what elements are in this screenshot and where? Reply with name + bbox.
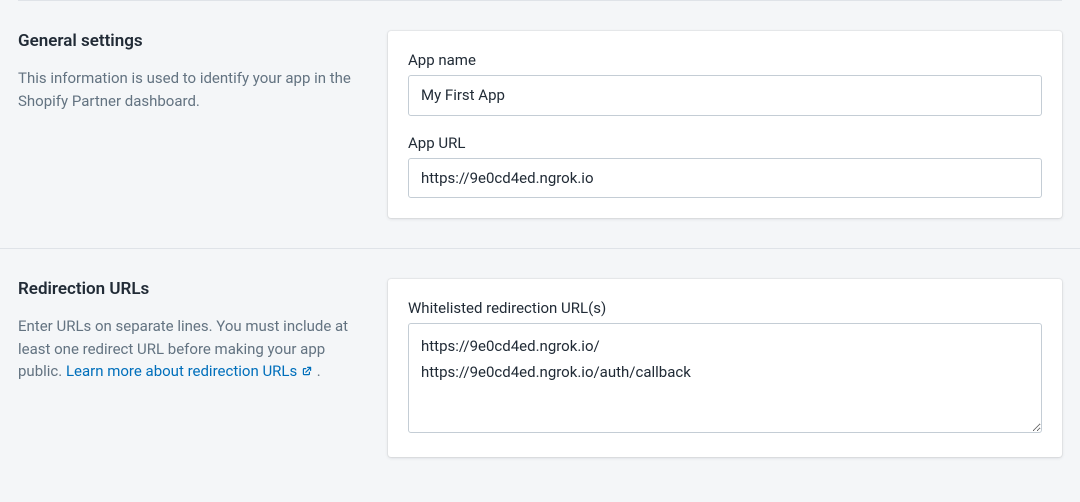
app-name-label: App name: [408, 51, 1042, 69]
redirection-urls-description: Enter URLs on separate lines. You must i…: [18, 315, 364, 384]
app-url-input[interactable]: [408, 158, 1042, 199]
general-settings-section: General settings This information is use…: [0, 1, 1080, 248]
whitelist-textarea[interactable]: [408, 323, 1042, 433]
whitelist-label: Whitelisted redirection URL(s): [408, 299, 1042, 317]
redirection-urls-heading: Redirection URLs: [18, 279, 364, 299]
redirection-urls-sidebar: Redirection URLs Enter URLs on separate …: [18, 279, 364, 457]
app-url-label: App URL: [408, 134, 1042, 152]
redirection-description-suffix: .: [313, 362, 321, 380]
general-settings-card: App name App URL: [388, 31, 1062, 218]
redirection-urls-section: Redirection URLs Enter URLs on separate …: [0, 248, 1080, 487]
general-settings-sidebar: General settings This information is use…: [18, 31, 364, 218]
external-link-icon: [301, 361, 313, 384]
learn-more-link-text: Learn more about redirection URLs: [66, 362, 297, 380]
learn-more-link[interactable]: Learn more about redirection URLs: [66, 362, 313, 380]
general-settings-description: This information is used to identify you…: [18, 67, 364, 112]
whitelist-field: Whitelisted redirection URL(s): [408, 299, 1042, 437]
redirection-urls-card: Whitelisted redirection URL(s): [388, 279, 1062, 457]
app-url-field: App URL: [408, 134, 1042, 199]
app-name-input[interactable]: [408, 75, 1042, 116]
general-settings-heading: General settings: [18, 31, 364, 51]
app-name-field: App name: [408, 51, 1042, 116]
